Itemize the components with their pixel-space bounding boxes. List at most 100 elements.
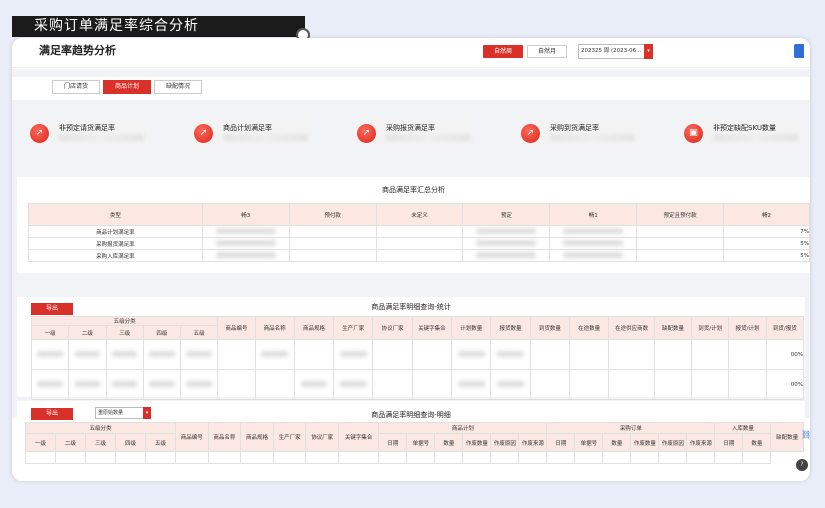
stats-table: 五级分类 商品编号 商品名称 商品规格 生产厂家 协议厂家 关键字集合 计划数量… [30,316,805,400]
group-header: 商品计划 [378,422,548,434]
summary-header-cell: 预定且预付款 [636,203,725,226]
level-header[interactable]: 五级 [179,325,219,340]
stats-title: 商品满足率明细查询-统计 [371,303,451,311]
column-header[interactable]: 在途数量 [568,316,610,340]
level-header[interactable]: 一级 [30,325,70,340]
column-header[interactable]: 计划数量 [451,316,492,340]
summary-value-cell: 5% [723,249,810,262]
date-select-value: 202325 周 (2023-06... [581,48,642,54]
chevron-down-icon[interactable]: ▾ [644,44,653,59]
column-header[interactable]: 生产厂家 [272,422,307,452]
column-header[interactable]: 商品编号 [175,422,209,452]
column-header[interactable]: 数量 [434,433,464,452]
summary-type-cell: 商品计划满足率 [28,225,203,238]
export-button[interactable]: 导出 [31,408,73,420]
natural-month-button[interactable]: 自然月 [527,45,567,58]
banner-title: 采购订单满足率综合分析 [12,16,305,37]
side-tab-handle[interactable] [794,44,804,58]
column-header[interactable]: 商品名称 [254,316,295,340]
ratio-cell: 00% [765,339,805,370]
column-header[interactable]: 协议厂家 [372,316,413,340]
natural-week-button[interactable]: 自然周 [483,45,523,58]
column-header[interactable]: 关键字集合 [411,316,453,340]
chevron-down-icon[interactable]: ▾ [143,407,151,419]
column-header[interactable]: 作废来源 [518,433,548,452]
column-header[interactable]: 作废原因 [658,433,688,452]
summary-header-cell: 畅3 [201,203,290,226]
column-header[interactable]: 商品规格 [293,316,335,340]
tab-store-request[interactable]: 门店请货 [52,80,100,94]
column-header[interactable]: 数量 [602,433,632,452]
summary-header-cell: 畅2 [723,203,810,226]
summary-panel: 商品满足率汇总分析 类型 畅3 预付款 未定义 预定 畅1 预定且预付款 畅2 … [17,177,810,273]
tab-shortage[interactable]: 缺配情况 [154,80,202,94]
table-row [25,451,804,464]
column-header[interactable]: 作废原因 [490,433,520,452]
column-header[interactable]: 商品规格 [240,422,274,452]
column-header[interactable]: 日期 [714,433,744,452]
column-header[interactable]: 数量 [742,433,772,452]
column-header[interactable]: 作废来源 [686,433,716,452]
level-header[interactable]: 一级 [25,433,56,452]
column-header[interactable]: 作废数量 [630,433,660,452]
column-header[interactable]: 单据号 [406,433,436,452]
dashboard-card: 满足率趋势分析 自然周 自然月 202325 周 (2023-06... ▾ 门… [12,38,810,481]
help-icon[interactable]: ? [796,459,808,471]
export-button[interactable]: 导出 [31,303,73,315]
level-header[interactable]: 三级 [105,325,144,340]
kpi-card[interactable]: ➚ 商品计划满足率 [192,120,312,150]
kpi-card[interactable]: ➚ 采购到货满足率 [519,120,639,150]
kpi-card[interactable]: ➚ 非预定请货满足率 [28,120,148,150]
column-header[interactable]: 在途供应商数 [608,316,655,340]
tab-product-plan[interactable]: 商品计划 [103,80,151,94]
quantity-mode-select[interactable]: 重原始数量 ▾ [95,407,151,419]
column-header[interactable]: 日期 [546,433,576,452]
kpi-value-redacted [223,134,308,141]
level-header[interactable]: 四级 [142,325,182,340]
column-header[interactable]: 关键字集合 [337,422,380,452]
column-header[interactable]: 到货/计划 [691,316,730,340]
column-header[interactable]: 到货数量 [529,316,571,340]
column-header[interactable]: 作废数量 [462,433,492,452]
column-header[interactable]: 缺配数量 [653,316,693,340]
trend-up-icon: ➚ [357,124,376,143]
column-header[interactable]: 缺配数量 [770,422,804,452]
kpi-label: 采购到货满足率 [550,124,599,132]
kpi-value-redacted [386,134,471,141]
column-header[interactable]: 报货数量 [490,316,531,340]
group-header: 五级分类 [25,422,176,434]
quantity-mode-value: 重原始数量 [98,410,124,416]
kpi-card[interactable]: ▣ 非预定缺配SKU数量 [682,120,802,150]
table-row: 采购报货满足率 5% [28,237,810,250]
kpi-value-redacted [550,134,635,141]
kpi-card[interactable]: ➚ 采购报货满足率 [355,120,475,150]
summary-type-cell: 采购报货满足率 [28,237,203,250]
ratio-cell: 00% [765,369,805,400]
column-header[interactable]: 日期 [378,433,408,452]
kpi-label: 非预定缺配SKU数量 [713,124,776,132]
column-header[interactable]: 到货/报货 [765,316,805,340]
column-header[interactable]: 协议厂家 [305,422,339,452]
column-header[interactable]: 商品名称 [207,422,242,452]
summary-value-cell: 5% [723,237,810,250]
trend-up-icon: ➚ [521,124,540,143]
summary-header-cell: 预定 [462,203,551,226]
summary-title: 商品满足率汇总分析 [382,186,445,194]
level-header[interactable]: 五级 [145,433,176,452]
column-header[interactable]: 报货/计划 [728,316,767,340]
level-header[interactable]: 四级 [115,433,146,452]
column-header[interactable]: 生产厂家 [333,316,374,340]
summary-table: 类型 畅3 预付款 未定义 预定 畅1 预定且预付款 畅2 商品计划满足率 7%… [28,203,810,262]
link-icon[interactable]: ⛓ [801,430,811,440]
page-title: 满足率趋势分析 [39,44,116,57]
kpi-label: 采购报货满足率 [386,124,435,132]
date-select[interactable]: 202325 周 (2023-06... ▾ [578,44,653,59]
summary-header-cell: 预付款 [288,203,377,226]
column-header[interactable]: 商品编号 [217,316,256,340]
column-header[interactable]: 单据号 [574,433,604,452]
level-header[interactable]: 二级 [55,433,86,452]
level-header[interactable]: 二级 [68,325,107,340]
summary-header-cell: 畅1 [549,203,638,226]
level-header[interactable]: 三级 [85,433,116,452]
header-bar: 满足率趋势分析 自然周 自然月 202325 周 (2023-06... ▾ [12,38,810,68]
